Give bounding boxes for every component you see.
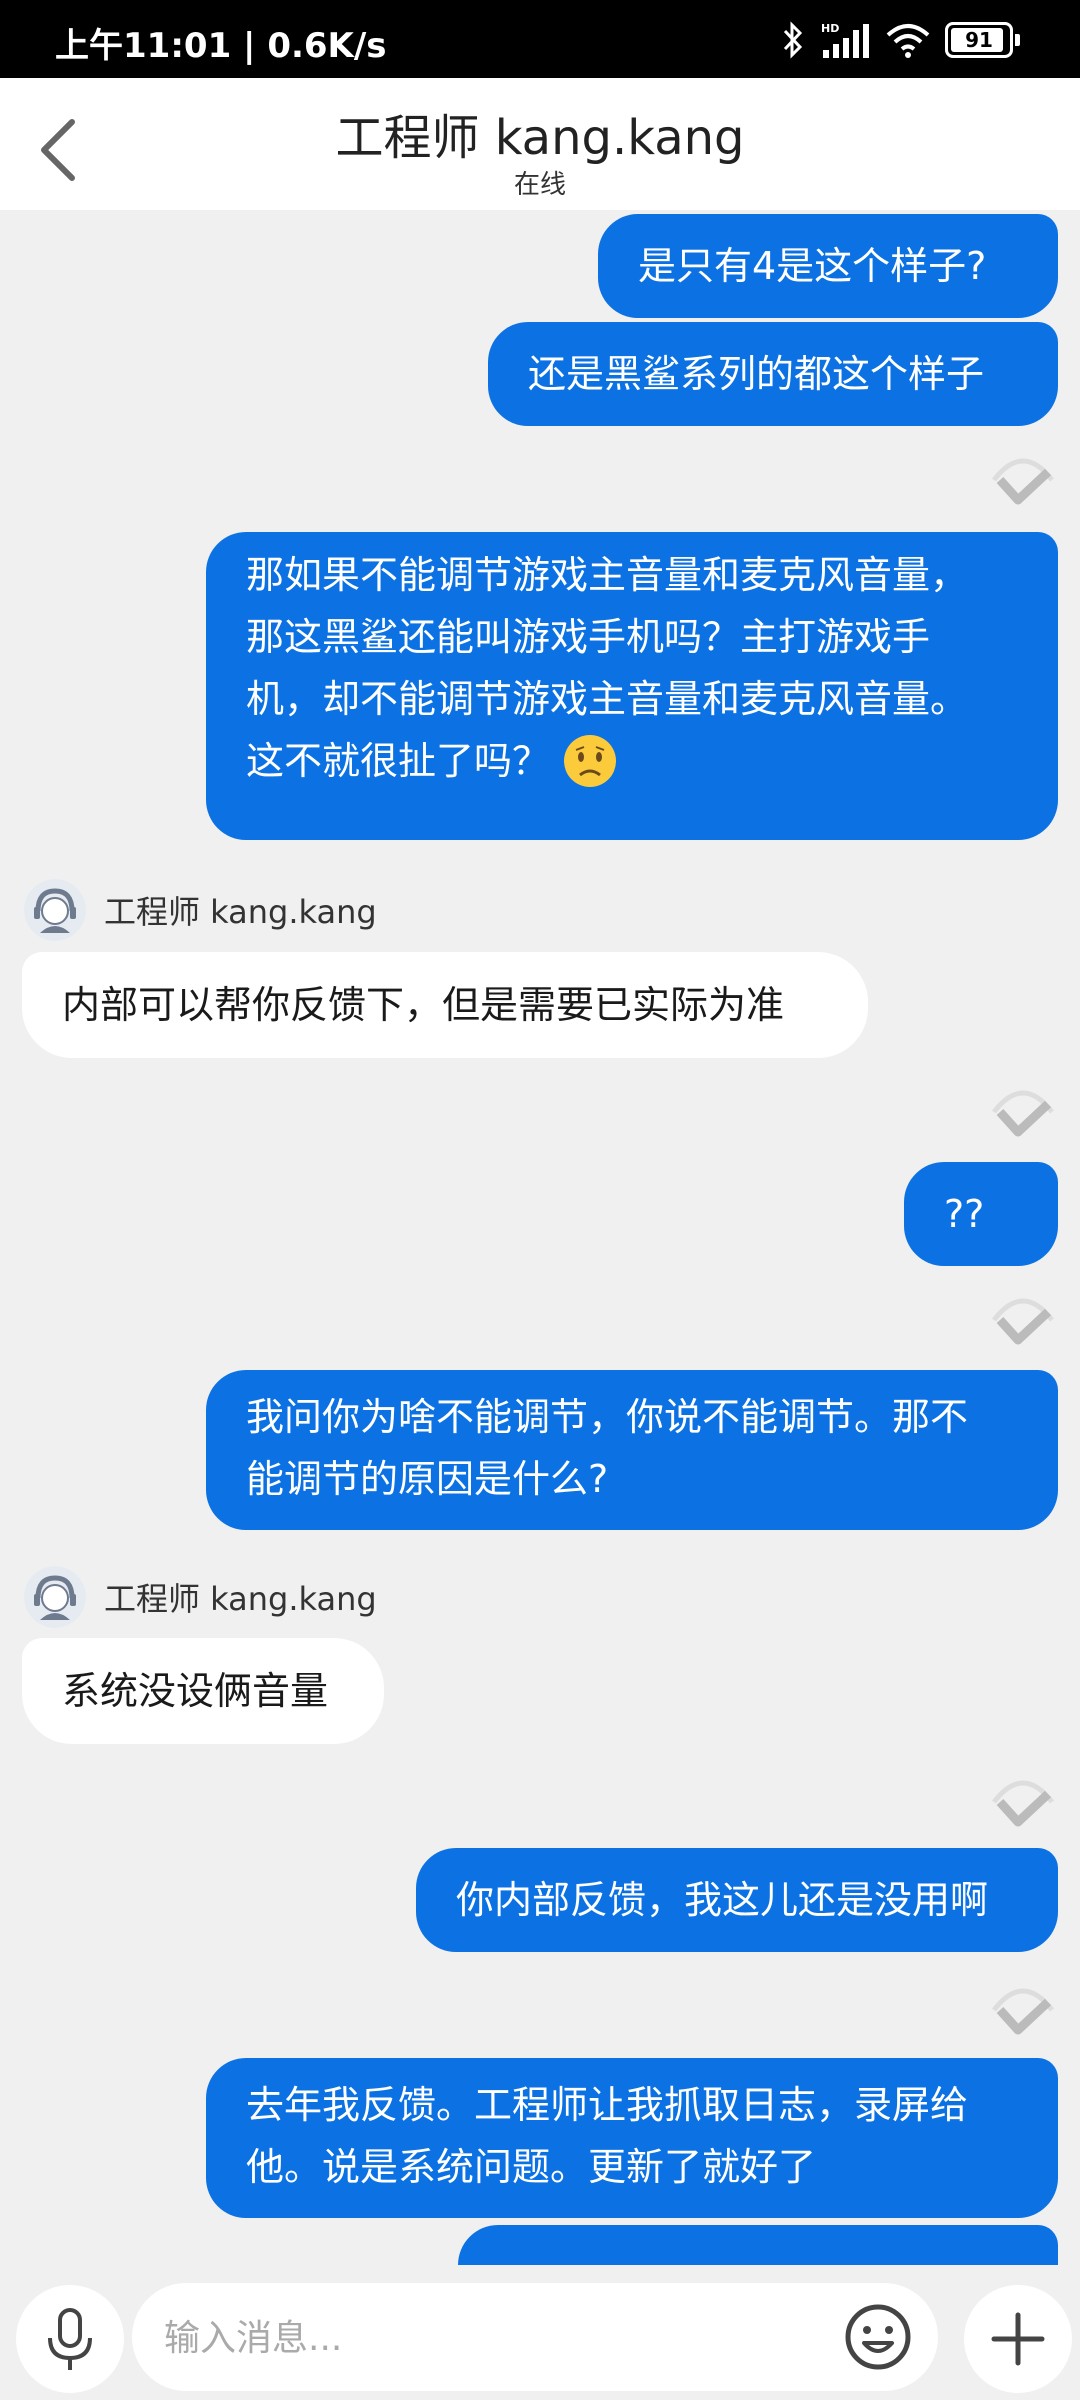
- avatar[interactable]: [24, 1566, 86, 1628]
- avatar[interactable]: [24, 879, 86, 941]
- battery-level: 91: [965, 28, 993, 52]
- online-status: 在线: [513, 170, 566, 200]
- message-bubble[interactable]: 你内部反馈，我这儿还是没用啊: [416, 1848, 1058, 1952]
- read-receipt-icon: [992, 1780, 1054, 1827]
- message-bubble[interactable]: 还是黑鲨系列的都这个样子: [488, 322, 1058, 426]
- message-text: 是只有4是这个样子?: [638, 244, 987, 288]
- svg-text:HD: HD: [821, 22, 839, 35]
- read-receipt-icon: [992, 458, 1054, 505]
- read-receipt-icon: [992, 1298, 1054, 1345]
- message-bubble[interactable]: 内部可以帮你反馈下，但是需要已实际为准: [22, 952, 868, 1058]
- message-line: 去年我反馈。工程师让我抓取日志，录屏给: [246, 2083, 969, 2127]
- message-line: 这不就很扯了吗？: [246, 730, 1018, 792]
- sender-name: 工程师 kang.kang: [104, 1580, 377, 1618]
- message-bubble[interactable]: 那如果不能调节游戏主音量和麦克风音量， 那这黑鲨还能叫游戏手机吗？主打游戏手 机…: [206, 532, 1058, 840]
- page-title: 工程师 kang.kang: [335, 110, 745, 166]
- hd-signal-icon: HD: [821, 22, 869, 58]
- microphone-icon: [48, 2308, 92, 2370]
- message-line: 那如果不能调节游戏主音量和麦克风音量，: [246, 553, 969, 597]
- add-attachment-button[interactable]: [964, 2285, 1072, 2393]
- message-line: 机，却不能调节游戏主音量和麦克风音量。: [246, 677, 969, 721]
- message-input-field[interactable]: [132, 2283, 938, 2393]
- bluetooth-icon: [783, 21, 803, 59]
- emoji-icon[interactable]: [842, 2301, 914, 2373]
- message-bubble[interactable]: 系统没设俩音量: [22, 1638, 384, 1744]
- message-bubble[interactable]: 是只有4是这个样子?: [598, 214, 1058, 318]
- voice-input-button[interactable]: [16, 2285, 124, 2393]
- message-text: 系统没设俩音量: [62, 1669, 329, 1713]
- message-line: 他。说是系统问题。更新了就好了: [246, 2145, 817, 2189]
- read-receipt-icon: [992, 1988, 1054, 2035]
- engineer-avatar-icon: [24, 879, 86, 941]
- sad-face-emoji-icon: [564, 735, 617, 787]
- input-bar: [0, 2265, 1080, 2400]
- battery-icon: 91: [945, 22, 1013, 58]
- message-text: ??: [944, 1192, 985, 1236]
- sender-name: 工程师 kang.kang: [104, 893, 377, 931]
- message-bubble[interactable]: 我问你为啥不能调节，你说不能调节。那不 能调节的原因是什么?: [206, 1370, 1058, 1530]
- message-text: 内部可以帮你反馈下，但是需要已实际为准: [62, 983, 785, 1027]
- status-time: 上午11:01 | 0.6K/s: [55, 26, 387, 66]
- plus-icon: [991, 2312, 1045, 2366]
- status-icons: HD 91: [781, 18, 1020, 62]
- read-receipt-icon: [992, 1090, 1054, 1137]
- message-line: 能调节的原因是什么?: [246, 1457, 609, 1501]
- message-line: 那这黑鲨还能叫游戏手机吗？主打游戏手: [246, 615, 931, 659]
- message-text: 这不就很扯了吗？: [246, 739, 551, 783]
- message-input[interactable]: [162, 2283, 826, 2393]
- message-text: 你内部反馈，我这儿还是没用啊: [456, 1878, 989, 1922]
- sender-row: 工程师 kang.kang: [24, 1562, 377, 1632]
- message-bubble[interactable]: 去年我反馈。工程师让我抓取日志，录屏给 他。说是系统问题。更新了就好了: [206, 2058, 1058, 2218]
- chat-list[interactable]: 是只有4是这个样子? 还是黑鲨系列的都这个样子 那如果不能调节游戏主音量和麦克风…: [0, 210, 1080, 2265]
- engineer-avatar-icon: [24, 1566, 86, 1628]
- message-line: 我问你为啥不能调节，你说不能调节。那不: [246, 1395, 969, 1439]
- message-text: 还是黑鲨系列的都这个样子: [528, 352, 985, 396]
- message-bubble-partial[interactable]: [458, 2225, 1058, 2265]
- status-bar: 上午11:01 | 0.6K/s HD 91: [0, 0, 1080, 78]
- chat-header: 工程师 kang.kang 在线: [0, 78, 1080, 210]
- message-bubble[interactable]: ??: [904, 1162, 1058, 1266]
- sender-row: 工程师 kang.kang: [24, 875, 377, 945]
- wifi-icon: [886, 24, 930, 58]
